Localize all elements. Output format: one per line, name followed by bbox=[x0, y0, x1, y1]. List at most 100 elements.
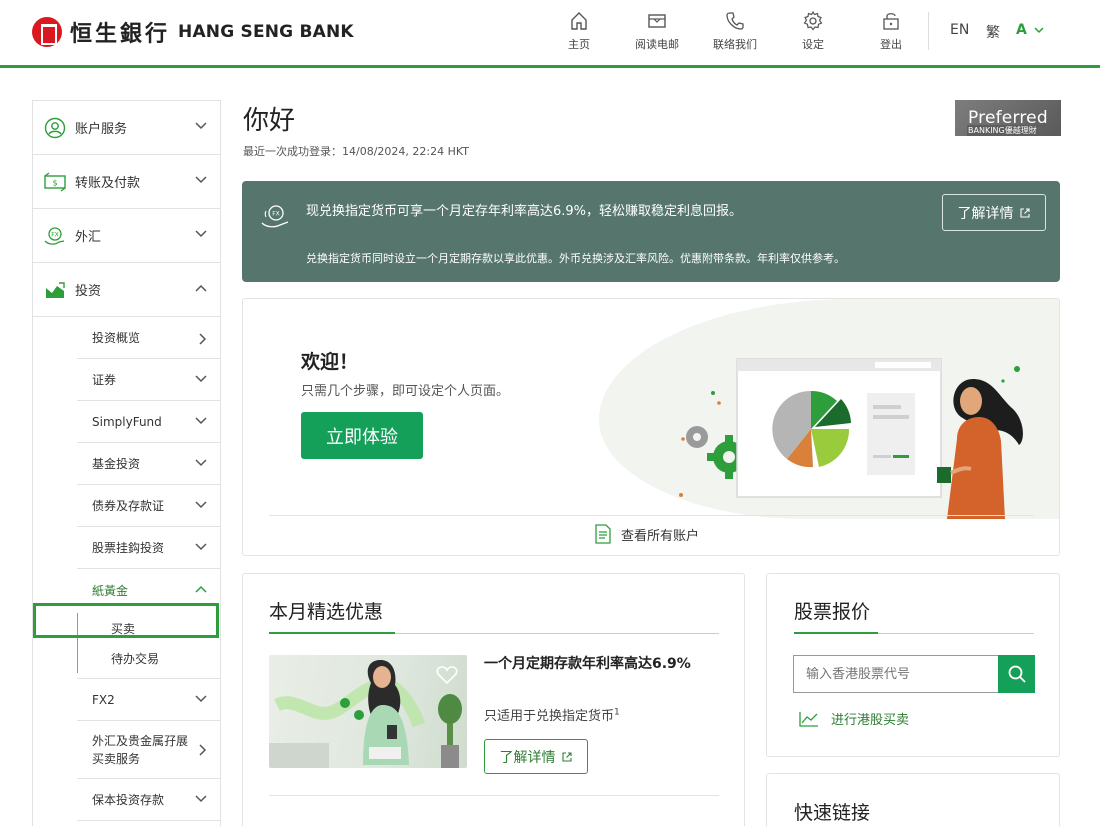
sidebar-sub-investment-overview[interactable]: 投资概览 bbox=[77, 317, 220, 359]
page-title: 你好 bbox=[243, 106, 296, 136]
chevron-down-icon bbox=[1034, 27, 1044, 34]
chevron-down-icon bbox=[195, 230, 207, 238]
heart-icon[interactable] bbox=[436, 665, 458, 685]
stock-title-accent bbox=[794, 632, 878, 634]
nav-contact[interactable]: 联络我们 bbox=[696, 10, 774, 52]
fx-icon: FX bbox=[43, 224, 67, 248]
nav-logout[interactable]: 登出 bbox=[852, 10, 930, 52]
sidebar-item-account-services[interactable]: 账户服务 bbox=[33, 101, 220, 155]
stock-section-title: 股票报价 bbox=[794, 601, 871, 623]
gear-icon bbox=[803, 10, 823, 31]
banner-learn-more-button[interactable]: 了解详情 bbox=[942, 194, 1046, 231]
transfer-icon: $ bbox=[43, 170, 67, 194]
line-chart-icon bbox=[799, 711, 818, 727]
external-link-icon bbox=[1019, 207, 1030, 218]
chevron-down-icon bbox=[195, 501, 207, 509]
chevron-right-icon bbox=[199, 744, 207, 756]
sidebar-sub-label: 股票挂鈎投资 bbox=[92, 541, 165, 555]
chevron-down-icon bbox=[195, 695, 207, 703]
font-size-toggle[interactable]: A bbox=[1016, 22, 1044, 38]
highlight-annotation-box bbox=[33, 603, 219, 638]
lang-traditional-chinese[interactable]: 繁 bbox=[986, 22, 1000, 42]
dashboard-illustration bbox=[679, 358, 1023, 519]
sidebar-leaf-label: 待办交易 bbox=[111, 651, 160, 666]
logo-english-name: HANG SENG BANK bbox=[178, 22, 354, 42]
sidebar-sub-simplyfund[interactable]: SimplyFund bbox=[77, 401, 220, 443]
chevron-down-icon bbox=[195, 459, 207, 467]
svg-text:FX: FX bbox=[51, 231, 59, 238]
banner-description: 兑换指定货币同时设立一个月定期存款以享此优惠。外币兑换涉及汇率风险。优惠附带条款… bbox=[306, 252, 845, 265]
promo-banner: FX 现兑换指定货币可享一个月定存年利率高达6.9%，轻松赚取稳定利息回报。 兑… bbox=[242, 181, 1060, 282]
sidebar-sub-fx2[interactable]: FX2 bbox=[77, 679, 220, 721]
sidebar-sub-label: SimplyFund bbox=[92, 414, 162, 429]
view-all-accounts-link[interactable]: 查看所有账户 bbox=[595, 524, 699, 544]
nav-settings-label: 设定 bbox=[802, 38, 824, 51]
hk-stock-trading-link[interactable]: 进行港股买卖 bbox=[799, 709, 909, 728]
offer-learn-more-button[interactable]: 了解详情 bbox=[484, 739, 588, 774]
quick-links-title: 快速链接 bbox=[794, 802, 871, 824]
phone-icon bbox=[726, 12, 744, 30]
offer-footnote-marker: 1 bbox=[614, 707, 620, 718]
nav-mail-label: 阅读电邮 bbox=[635, 38, 679, 51]
svg-text:$: $ bbox=[52, 178, 57, 187]
welcome-divider bbox=[269, 515, 1033, 516]
offer-subtitle-text: 只适用于兑换指定货币 bbox=[484, 709, 615, 724]
sidebar-sub-equity-linked[interactable]: 股票挂鈎投资 bbox=[77, 527, 220, 569]
chevron-right-icon bbox=[199, 333, 207, 345]
hk-stock-trading-label: 进行港股买卖 bbox=[831, 713, 910, 728]
nav-divider bbox=[928, 12, 929, 50]
sidebar-sub-securities[interactable]: 证券 bbox=[77, 359, 220, 401]
offer-promo-image bbox=[269, 655, 467, 768]
bank-logo-icon bbox=[32, 17, 62, 47]
logo-chinese-name: 恒生銀行 bbox=[70, 21, 171, 47]
chevron-up-icon bbox=[195, 585, 207, 593]
sidebar-sub-label: 投资概览 bbox=[92, 331, 141, 345]
last-login-text: 最近一次成功登录：14/08/2024, 22:24 HKT bbox=[243, 145, 469, 158]
monthly-offers-card: 本月精选优惠 一个月定期存款年利率高达6.9% 只适用于兑换指定货币1 了解详情 bbox=[242, 573, 745, 826]
chevron-down-icon bbox=[195, 417, 207, 425]
mail-icon bbox=[648, 14, 666, 28]
lang-en[interactable]: EN bbox=[950, 22, 969, 38]
stock-search-button[interactable] bbox=[998, 655, 1035, 693]
offer-subtitle: 只适用于兑换指定货币1 bbox=[484, 705, 620, 724]
sidebar-sub-bonds-cds[interactable]: 债券及存款证 bbox=[77, 485, 220, 527]
offer-title: 一个月定期存款年利率高达6.9% bbox=[484, 656, 691, 672]
sidebar-sub-label: FX2 bbox=[92, 692, 115, 707]
nav-home[interactable]: 主页 bbox=[540, 10, 618, 52]
sidebar-sub-label: 债券及存款证 bbox=[92, 499, 165, 513]
sidebar-leaf-pending-trades[interactable]: 待办交易 bbox=[77, 643, 220, 673]
investment-icon bbox=[43, 278, 67, 302]
top-header: 恒生銀行 HANG SENG BANK 主页 阅读电邮 联络我们 设定 登出 E… bbox=[0, 0, 1100, 68]
woman-illustration bbox=[937, 379, 1023, 519]
preferred-badge-line2: BANKING優越理財 bbox=[967, 125, 1038, 136]
chevron-down-icon bbox=[195, 795, 207, 803]
sidebar-sub-label: 外汇及贵金属孖展买卖服务 bbox=[92, 733, 189, 766]
stock-code-input[interactable] bbox=[793, 655, 999, 693]
sidebar-sub-label: 证券 bbox=[92, 373, 117, 387]
sidebar-item-fx[interactable]: FX 外汇 bbox=[33, 209, 220, 263]
welcome-subtitle: 只需几个步骤，即可设定个人页面。 bbox=[301, 384, 510, 399]
sidebar-sub-label: 基金投资 bbox=[92, 457, 141, 471]
svg-text:FX: FX bbox=[272, 211, 280, 218]
document-icon bbox=[595, 524, 611, 544]
nav-mail[interactable]: 阅读电邮 bbox=[618, 10, 696, 52]
sidebar-sub-margin-trading[interactable]: 外汇及贵金属孖展买卖服务 bbox=[77, 721, 220, 779]
sidebar-item-label: 外汇 bbox=[75, 230, 102, 245]
sidebar-sub-funds[interactable]: 基金投资 bbox=[77, 443, 220, 485]
search-icon bbox=[1008, 665, 1026, 683]
try-now-button[interactable]: 立即体验 bbox=[301, 412, 423, 459]
sidebar-item-investment[interactable]: 投资 bbox=[33, 263, 220, 317]
nav-settings[interactable]: 设定 bbox=[774, 10, 852, 52]
left-sidebar: 账户服务 $ 转账及付款 FX 外汇 投资 投资概览 证券 SimplyFund… bbox=[32, 100, 221, 826]
banner-title: 现兑换指定货币可享一个月定存年利率高达6.9%，轻松赚取稳定利息回报。 bbox=[306, 204, 743, 219]
lock-icon bbox=[883, 13, 899, 30]
sidebar-sub-principal-protected[interactable]: 保本投资存款 bbox=[77, 779, 220, 821]
sidebar-item-transfer-payment[interactable]: $ 转账及付款 bbox=[33, 155, 220, 209]
sidebar-sub-label: 保本投资存款 bbox=[92, 793, 165, 807]
offers-title-accent bbox=[269, 632, 395, 634]
sidebar-item-label: 账户服务 bbox=[75, 122, 128, 137]
sidebar-item-label: 投资 bbox=[75, 284, 102, 299]
chevron-down-icon bbox=[195, 543, 207, 551]
hang-seng-logo[interactable]: 恒生銀行 HANG SENG BANK bbox=[32, 16, 354, 48]
nav-home-label: 主页 bbox=[568, 38, 590, 51]
